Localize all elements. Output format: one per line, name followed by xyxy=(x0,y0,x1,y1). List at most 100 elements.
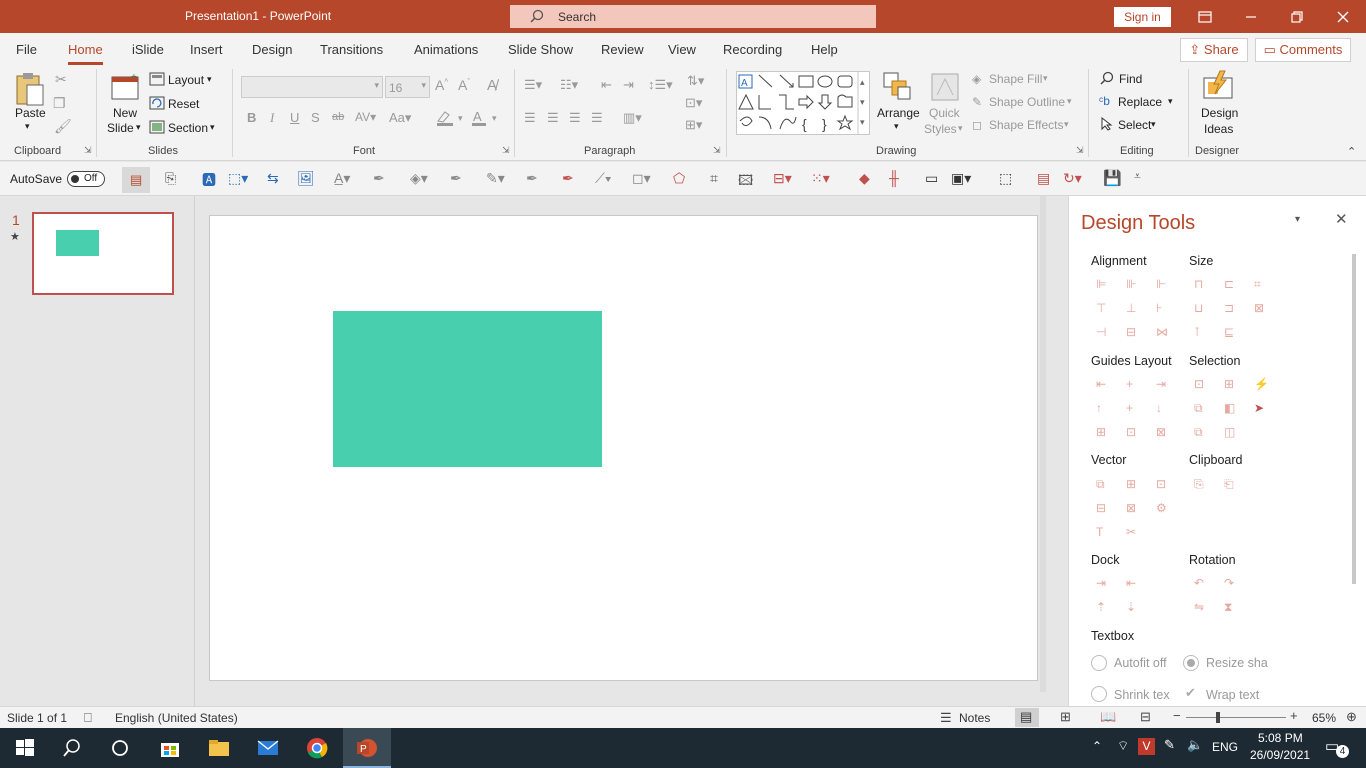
clock-time[interactable]: 5:08 PM xyxy=(1258,731,1303,745)
quick-styles-dropdown-icon[interactable]: ▾ xyxy=(958,123,963,134)
shape-format-icon[interactable]: ⬠ xyxy=(673,170,685,187)
quick-styles-label-1[interactable]: Quick xyxy=(929,106,960,120)
pen-icon[interactable]: ✎ xyxy=(972,95,982,109)
vector-text-icon[interactable]: T xyxy=(1096,525,1110,539)
pane-scrollbar[interactable] xyxy=(1352,254,1356,584)
zoom-out-icon[interactable]: − xyxy=(1173,708,1181,723)
justify-icon[interactable]: ☰ xyxy=(591,110,603,126)
design-ideas-icon[interactable] xyxy=(1202,70,1236,102)
align-tool-icon[interactable]: ⊩ xyxy=(1156,277,1170,291)
slide-show-icon[interactable]: ⎘ xyxy=(165,170,176,187)
clear-formatting-icon[interactable]: A̸ xyxy=(487,77,497,94)
vector-tool-icon[interactable]: ⊡ xyxy=(1156,477,1170,491)
line-style-icon[interactable]: ⟋▾ xyxy=(595,170,612,187)
paste-icon[interactable] xyxy=(14,71,46,107)
align-right-icon[interactable]: ☰ xyxy=(569,110,581,126)
fill-eyedropper-icon[interactable]: ✒ xyxy=(450,170,462,187)
numbering-icon[interactable]: ☷▾ xyxy=(560,77,578,93)
crop-icon[interactable]: ⌗ xyxy=(710,170,718,187)
search-taskbar-icon[interactable] xyxy=(60,736,84,760)
tab-view[interactable]: View xyxy=(668,42,696,57)
restore-icon[interactable] xyxy=(1288,8,1306,26)
clock-date[interactable]: 26/09/2021 xyxy=(1250,748,1310,762)
smartart-icon[interactable]: ⊞▾ xyxy=(685,117,702,133)
guide-tool-icon[interactable]: ↓ xyxy=(1156,401,1170,415)
decrease-indent-icon[interactable]: ⇤ xyxy=(601,77,612,93)
grid-icon[interactable]: ⁙▾ xyxy=(811,170,830,187)
new-slide-icon[interactable]: + xyxy=(109,71,141,103)
vector-tool-icon[interactable]: ⊠ xyxy=(1126,501,1140,515)
align-tool-icon[interactable]: ⊤ xyxy=(1096,301,1110,315)
guide-tool-icon[interactable]: ⇥ xyxy=(1156,377,1170,391)
slide-canvas[interactable] xyxy=(209,215,1038,681)
distribute-icon[interactable]: ╫ xyxy=(889,170,899,186)
drawing-launcher-icon[interactable]: ⇲ xyxy=(1076,145,1084,156)
columns-icon[interactable]: ▥▾ xyxy=(623,110,642,126)
change-case-icon[interactable]: Aa▾ xyxy=(389,110,411,126)
slide-library-icon[interactable]: ▤ xyxy=(1037,170,1050,187)
design-ideas-label-1[interactable]: Design xyxy=(1201,106,1238,120)
group-icon[interactable]: ▭ xyxy=(925,170,938,187)
autosave-toggle[interactable]: Off xyxy=(67,171,105,187)
vector-tool-icon[interactable]: ⚙ xyxy=(1156,501,1170,515)
select-dropdown-icon[interactable]: ▾ xyxy=(1151,119,1156,130)
vector-edit-icon[interactable]: ✂ xyxy=(1126,525,1140,539)
autofit-off-radio[interactable] xyxy=(1091,655,1107,671)
textbox-icon[interactable]: 🅰 xyxy=(202,170,216,190)
comments-button[interactable]: ▭ Comments xyxy=(1255,38,1351,62)
align-tool-icon[interactable]: ⋈ xyxy=(1156,325,1170,339)
shape-outline-button[interactable]: Shape Outline xyxy=(989,95,1065,109)
vector-tool-icon[interactable]: ⊟ xyxy=(1096,501,1110,515)
select-pointer-icon[interactable]: ➤ xyxy=(1254,401,1268,415)
shapes-icon[interactable]: ⬚▾ xyxy=(228,170,248,187)
ribbon-display-options-icon[interactable] xyxy=(1196,8,1214,26)
paste-label[interactable]: Paste xyxy=(15,106,46,120)
line-spacing-icon[interactable]: ↕☰▾ xyxy=(648,77,673,93)
text-shadow-icon[interactable]: S xyxy=(311,110,320,125)
design-ideas-label-2[interactable]: Ideas xyxy=(1204,122,1233,136)
color-picker-icon[interactable]: ✒ xyxy=(562,170,574,187)
size-tool-icon[interactable]: ⊐ xyxy=(1224,301,1238,315)
reading-view-icon[interactable]: 📖 xyxy=(1100,709,1116,725)
guide-tool-icon[interactable]: ⊠ xyxy=(1156,425,1170,439)
format-painter-icon[interactable]: 🖌 xyxy=(54,118,72,135)
picture-icon[interactable]: 🖼 xyxy=(297,170,315,187)
size-tool-icon[interactable]: ⊺ xyxy=(1194,325,1208,339)
replace-dropdown-icon[interactable]: ▾ xyxy=(1168,96,1173,107)
tab-slide-show[interactable]: Slide Show xyxy=(508,42,573,57)
align-tool-icon[interactable]: ⊪ xyxy=(1126,277,1140,291)
windows-start-icon[interactable] xyxy=(13,736,37,760)
quick-styles-icon[interactable] xyxy=(929,71,961,103)
increase-font-size-icon[interactable]: A^ xyxy=(435,77,448,93)
bold-icon[interactable]: B xyxy=(247,110,256,125)
cortana-icon[interactable] xyxy=(108,736,132,760)
increase-indent-icon[interactable]: ⇥ xyxy=(623,77,634,93)
arrange-label[interactable]: Arrange xyxy=(877,106,920,120)
guide-tool-icon[interactable]: ⊞ xyxy=(1096,425,1110,439)
shape-outline-dropdown-icon[interactable]: ▾ xyxy=(1067,96,1072,107)
store-icon[interactable] xyxy=(158,736,182,760)
powerpoint-taskbar-button[interactable]: P xyxy=(343,728,391,768)
v-app-icon[interactable]: V xyxy=(1138,738,1155,755)
rotation-tool-icon[interactable]: ⧗ xyxy=(1224,600,1238,614)
align-left-icon[interactable]: ☰ xyxy=(524,110,536,126)
new-slide-label-2[interactable]: Slide xyxy=(107,121,134,135)
outline-eyedropper-icon[interactable]: ✒ xyxy=(526,170,538,187)
font-size-combobox[interactable]: 16 ▾ xyxy=(385,76,430,98)
new-slide-dropdown-icon[interactable]: ▾ xyxy=(136,122,141,133)
paste-tool-icon[interactable]: ⎗ xyxy=(1224,477,1238,491)
customize-qat-icon[interactable]: ⩡ xyxy=(1134,169,1141,184)
paragraph-launcher-icon[interactable]: ⇲ xyxy=(713,145,721,156)
volume-icon[interactable]: 🔈 xyxy=(1187,737,1203,753)
vector-tool-icon[interactable]: ⧉ xyxy=(1096,477,1110,491)
tab-help[interactable]: Help xyxy=(811,42,838,57)
shapes-gallery[interactable]: A { } ▴ ▾ ▾ xyxy=(736,71,870,135)
shrink-text-radio[interactable] xyxy=(1091,686,1107,702)
size-tool-icon[interactable]: ⊏ xyxy=(1224,277,1238,291)
guide-tool-icon[interactable]: ↑ xyxy=(1096,401,1110,415)
eyedropper-icon[interactable]: ✒ xyxy=(373,170,385,187)
zoom-slider[interactable] xyxy=(1186,717,1286,718)
bullets-icon[interactable]: ☰▾ xyxy=(524,77,542,93)
rotation-tool-icon[interactable]: ↷ xyxy=(1224,576,1238,590)
align-tool-icon[interactable]: ⊥ xyxy=(1126,301,1140,315)
